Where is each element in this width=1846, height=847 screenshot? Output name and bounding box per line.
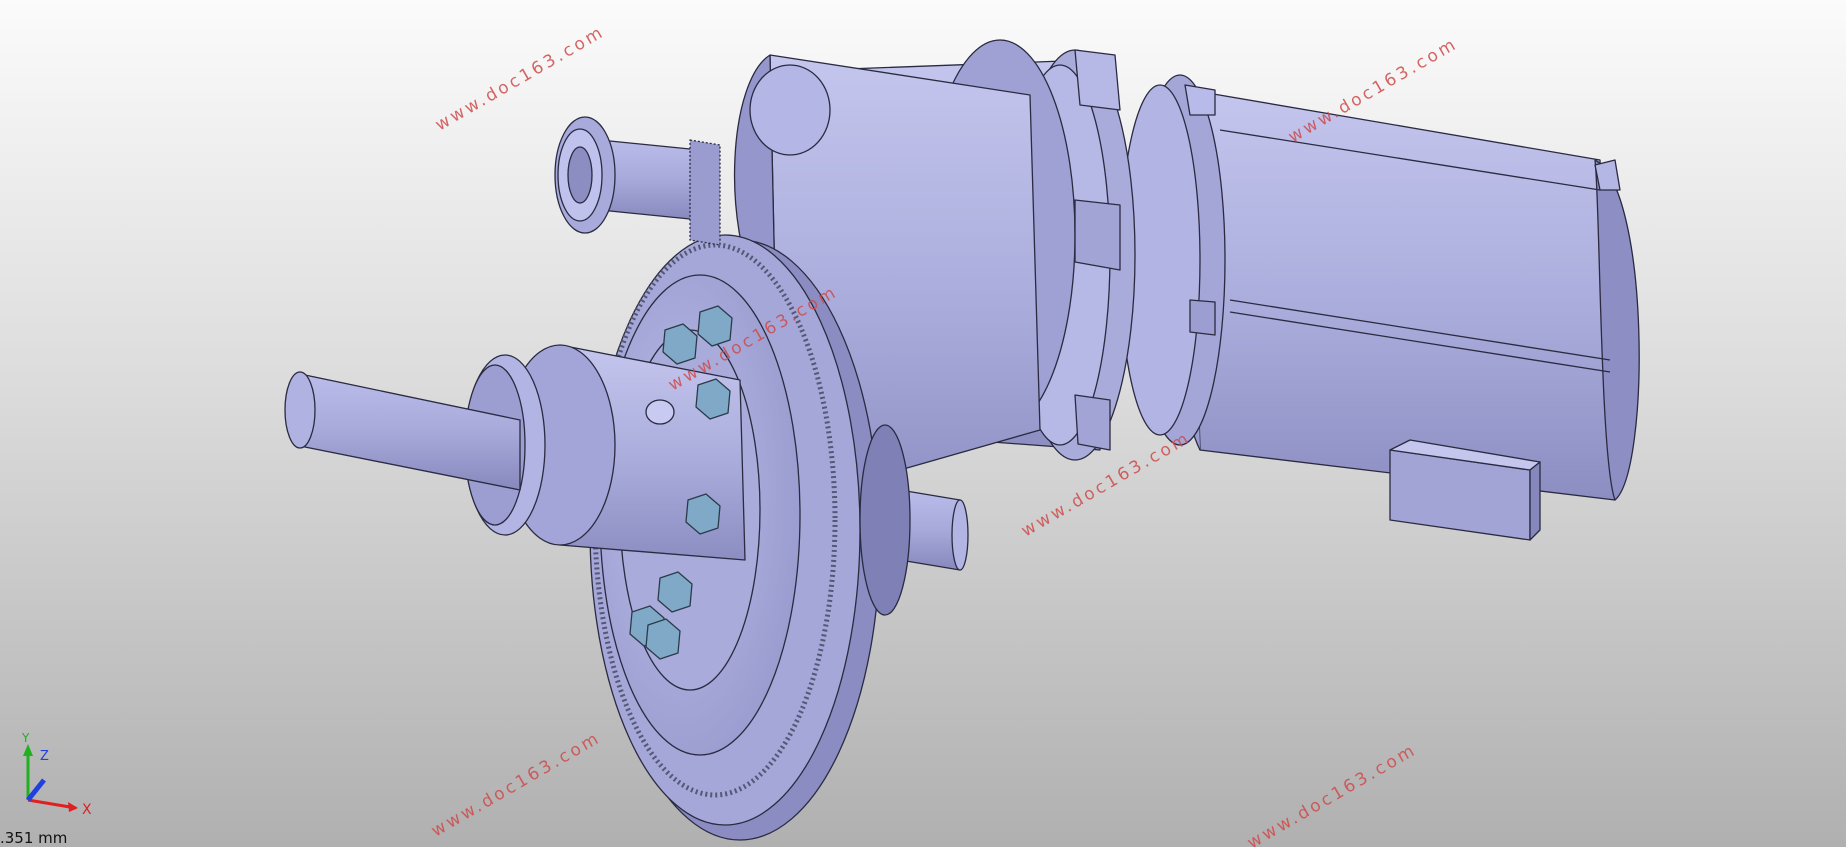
x-axis-label: X <box>82 802 92 818</box>
pinion-shaft[interactable] <box>554 116 721 246</box>
y-axis-arrow <box>23 744 33 756</box>
scale-readout: .351 mm <box>0 829 68 847</box>
y-axis-label: Y <box>21 731 30 745</box>
z-axis-line <box>26 778 46 802</box>
x-axis-arrow <box>68 802 78 812</box>
cad-model[interactable] <box>0 0 1846 847</box>
motor-body[interactable] <box>1173 89 1640 541</box>
z-axis-label: Z <box>40 749 49 764</box>
axis-triad: X Y Z <box>21 731 92 818</box>
motor-flange[interactable] <box>1119 74 1226 446</box>
3d-viewport[interactable]: www.doc163.com www.doc163.com www.doc163… <box>0 0 1846 847</box>
